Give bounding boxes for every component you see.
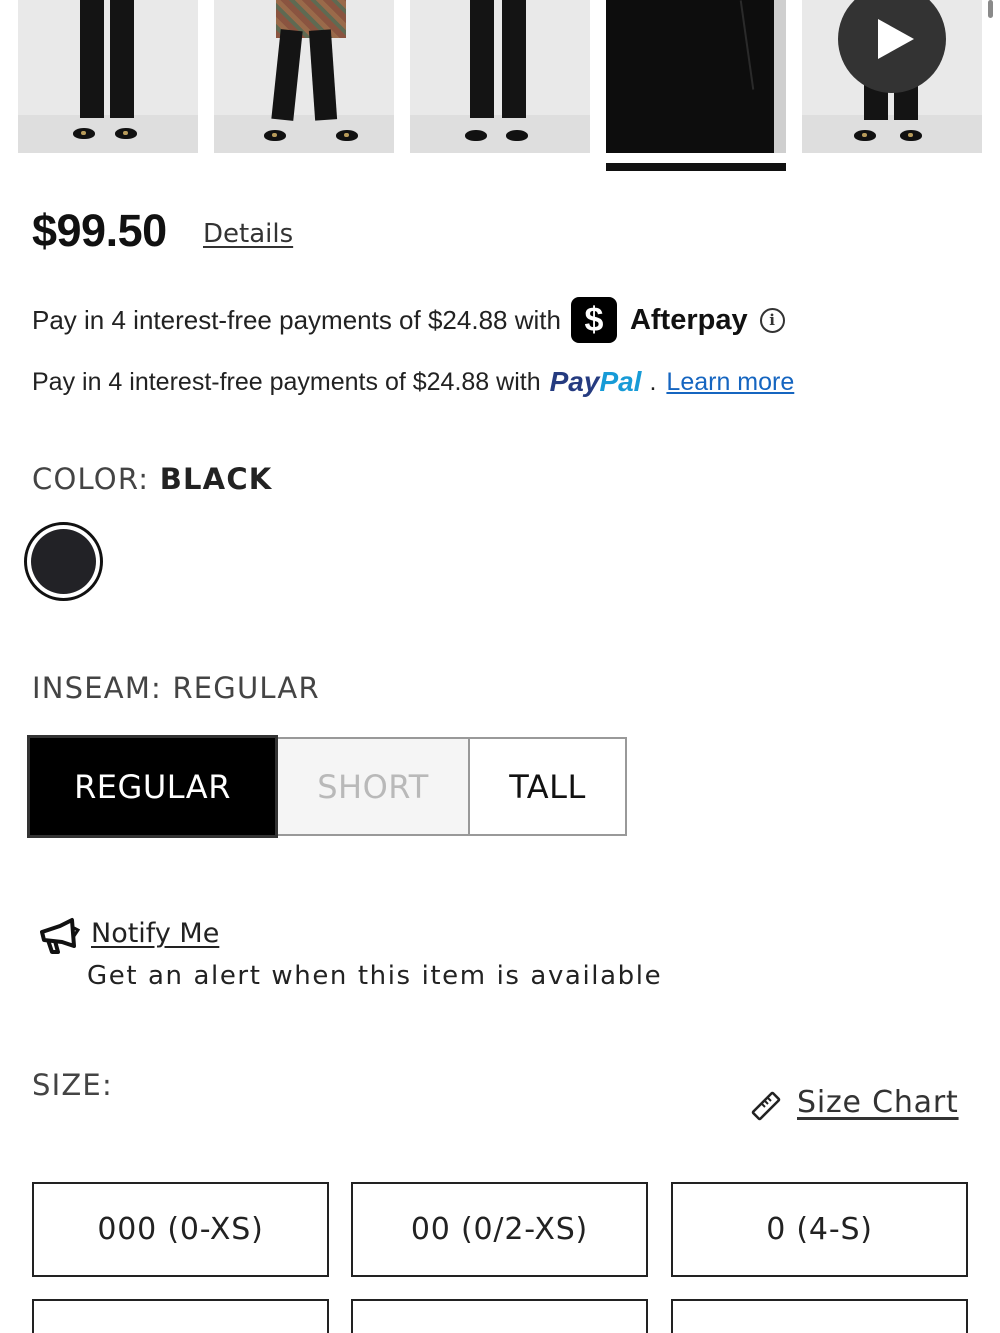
color-label: COLOR: BLACK	[32, 462, 272, 496]
size-option[interactable]: 0 (4-S)	[671, 1182, 968, 1277]
paypal-logo-icon: PayPal	[550, 366, 642, 398]
thumbnail-front[interactable]	[18, 0, 198, 153]
paypal-logo-part1: Pay	[549, 366, 600, 397]
ruler-icon	[751, 1091, 781, 1121]
scrollbar[interactable]	[988, 0, 993, 18]
notify-me-link[interactable]: Notify Me	[91, 918, 219, 949]
size-option[interactable]	[32, 1299, 329, 1333]
color-swatch-black[interactable]	[24, 522, 103, 601]
notify-description: Get an alert when this item is available	[87, 961, 663, 991]
inseam-label: INSEAM: REGULAR	[32, 671, 320, 705]
image-gallery	[18, 0, 982, 175]
paypal-logo-part2: Pal	[599, 366, 642, 397]
inseam-regular-button[interactable]: REGULAR	[27, 735, 278, 838]
megaphone-icon	[40, 918, 80, 954]
afterpay-name: Afterpay	[629, 303, 748, 336]
color-value: BLACK	[159, 462, 273, 496]
size-option[interactable]: 000 (0-XS)	[32, 1182, 329, 1277]
paypal-text: Pay in 4 interest-free payments of $24.8…	[32, 367, 541, 396]
inseam-value: REGULAR	[172, 671, 320, 705]
inseam-tall-button[interactable]: TALL	[468, 737, 627, 836]
thumbnail-closeup[interactable]	[606, 0, 786, 153]
active-thumbnail-indicator	[606, 163, 786, 171]
details-link[interactable]: Details	[203, 219, 293, 249]
size-label: SIZE:	[32, 1068, 113, 1102]
size-chart-link[interactable]: Size Chart	[797, 1085, 959, 1120]
info-icon[interactable]: i	[759, 307, 785, 333]
afterpay-message: Pay in 4 interest-free payments of $24.8…	[32, 297, 785, 343]
inseam-short-button[interactable]: SHORT	[278, 737, 468, 836]
size-option[interactable]	[671, 1299, 968, 1333]
color-label-text: COLOR:	[32, 462, 150, 496]
size-option[interactable]: 00 (0/2-XS)	[351, 1182, 648, 1277]
thumbnail-styled[interactable]	[214, 0, 394, 153]
afterpay-text: Pay in 4 interest-free payments of $24.8…	[32, 304, 561, 335]
learn-more-link[interactable]: Learn more	[666, 368, 794, 397]
paypal-message: Pay in 4 interest-free payments of $24.8…	[32, 366, 794, 398]
thumbnail-back[interactable]	[410, 0, 590, 153]
afterpay-logo-icon: $	[570, 297, 617, 343]
inseam-label-text: INSEAM:	[32, 671, 163, 705]
inseam-options: REGULAR SHORT TALL	[27, 735, 627, 838]
size-option[interactable]	[351, 1299, 648, 1333]
paypal-dot: .	[649, 367, 657, 396]
play-icon	[878, 19, 914, 59]
product-price: $99.50	[32, 205, 167, 256]
